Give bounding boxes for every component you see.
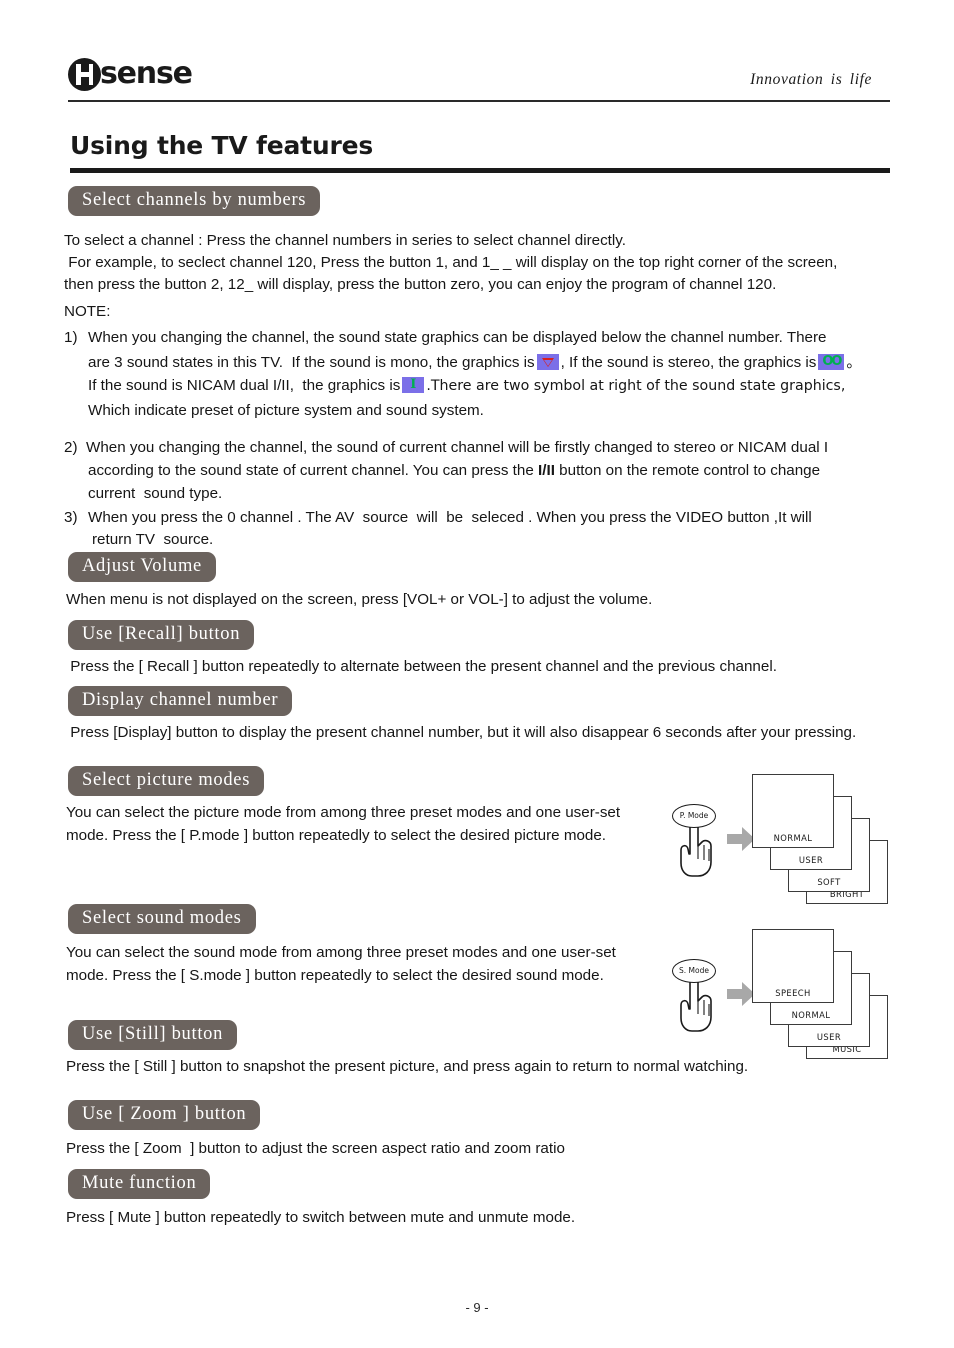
select-sound-modes-body-line-1: You can select the sound mode from among… xyxy=(66,944,616,961)
section-heading-display-channel-number: Display channel number xyxy=(68,686,293,716)
picture-mode-card-stack: BRIGHT SOFT USER NORMAL xyxy=(752,772,889,904)
note-2-line-2-part-b: button on the remote control to change xyxy=(559,462,821,479)
sound-state-mono-badge-icon xyxy=(536,354,559,370)
use-still-body: Press the [ Still ] button to snapshot t… xyxy=(66,1058,749,1075)
logo-crossbar xyxy=(80,72,89,77)
note-2-line-3: current sound type. xyxy=(88,485,223,502)
note-3-line-2: return TV source. xyxy=(92,531,214,548)
note-2-marker: 2) xyxy=(64,439,78,456)
note-2-line-1: When you changing the channel, the sound… xyxy=(86,439,829,456)
section-heading-select-channels: Select channels by numbers xyxy=(68,186,321,216)
note-1-line-2-part-c: 。 xyxy=(846,354,862,371)
note-1-line-2-part-b: , If the sound is stereo, the graphics i… xyxy=(560,354,817,371)
select-channels-paragraph-3: then press the button 2, 12_ will displa… xyxy=(64,276,777,293)
brand-tagline: Innovation is life xyxy=(750,71,872,88)
note-1-line-3-part-b: .There are two symbol at right of the so… xyxy=(426,378,846,394)
use-zoom-body: Press the [ Zoom ] button to adjust the … xyxy=(66,1140,565,1157)
note-1-marker: 1) xyxy=(64,329,78,346)
select-picture-modes-body-line-1: You can select the picture mode from amo… xyxy=(66,804,621,821)
note-2-line-2: according to the sound state of current … xyxy=(88,460,898,483)
display-channel-number-body: Press [Display] button to display the pr… xyxy=(66,724,857,741)
page-footer: - 9 - xyxy=(465,1300,489,1315)
select-sound-modes-body-line-2: mode. Press the [ S.mode ] button repeat… xyxy=(66,967,604,984)
use-recall-body: Press the [ Recall ] button repeatedly t… xyxy=(66,658,777,675)
page-header: sense Innovation is life xyxy=(68,55,890,107)
section-heading-use-zoom: Use [ Zoom ] button xyxy=(68,1100,261,1130)
note-1-line-1: When you changing the channel, the sound… xyxy=(88,329,827,346)
page-title: Using the TV features xyxy=(70,131,374,160)
picture-mode-diagram: P. Mode BRIGHT SOFT USER NORMAL xyxy=(664,772,889,904)
sound-mode-card-normal-label: NORMAL xyxy=(791,1010,831,1020)
sound-mode-diagram: S. Mode MUSIC USER NORMAL SPEECH xyxy=(664,927,889,1059)
s-mode-button-icon: S. Mode xyxy=(672,959,716,983)
mute-function-body: Press [ Mute ] button repeatedly to swit… xyxy=(66,1209,576,1226)
sound-state-stereo-badge-icon: OO xyxy=(818,354,845,370)
note-2-line-2-part-a: according to the sound state of current … xyxy=(88,462,534,479)
p-mode-button-icon: P. Mode xyxy=(672,804,716,828)
select-channels-paragraph-1: To select a channel : Press the channel … xyxy=(64,232,626,249)
note-1-line-3: If the sound is NICAM dual I/II, the gra… xyxy=(88,375,908,398)
select-picture-modes-body-line-2: mode. Press the [ P.mode ] button repeat… xyxy=(66,827,607,844)
note-label: NOTE: xyxy=(64,303,111,320)
section-heading-use-recall: Use [Recall] button xyxy=(68,620,255,650)
title-underline xyxy=(70,168,890,173)
note-1-line-2-part-a: are 3 sound states in this TV. If the so… xyxy=(88,354,535,371)
sound-mode-card-user-label: USER xyxy=(816,1032,842,1042)
picture-mode-card-normal: NORMAL xyxy=(752,774,834,848)
logo-wordmark: sense xyxy=(100,56,193,91)
note-3-line-1: When you press the 0 channel . The AV so… xyxy=(88,509,812,526)
note-3-marker: 3) xyxy=(64,509,78,526)
note-1-line-3-part-a: If the sound is NICAM dual I/II, the gra… xyxy=(88,377,401,394)
hisense-h-mark-icon xyxy=(68,57,101,91)
sound-mode-card-speech: SPEECH xyxy=(752,929,834,1003)
select-channels-paragraph-2: For example, to seclect channel 120, Pre… xyxy=(64,254,838,271)
sound-mode-card-speech-label: SPEECH xyxy=(775,988,811,998)
picture-mode-card-soft-label: SOFT xyxy=(817,877,841,887)
note-1-line-2: are 3 sound states in this TV. If the so… xyxy=(88,352,908,375)
sound-mode-card-stack: MUSIC USER NORMAL SPEECH xyxy=(752,927,889,1059)
picture-mode-card-user-label: USER xyxy=(798,855,824,865)
picture-mode-card-normal-label: NORMAL xyxy=(773,833,813,843)
section-heading-select-picture-modes: Select picture modes xyxy=(68,766,265,796)
note-1-line-4: Which indicate preset of picture system … xyxy=(88,402,484,419)
header-divider xyxy=(68,100,890,102)
i-slash-ii-button-label: I/II xyxy=(538,462,555,479)
section-heading-select-sound-modes: Select sound modes xyxy=(68,904,256,934)
adjust-volume-body: When menu is not displayed on the screen… xyxy=(66,591,653,608)
hisense-logo: sense xyxy=(68,55,193,93)
section-heading-adjust-volume: Adjust Volume xyxy=(68,552,216,582)
document-page: sense Innovation is life Using the TV fe… xyxy=(0,0,954,1348)
section-heading-use-still: Use [Still] button xyxy=(68,1020,238,1050)
section-heading-mute-function: Mute function xyxy=(68,1169,211,1199)
sound-state-nicam-badge-icon: I xyxy=(402,377,425,393)
